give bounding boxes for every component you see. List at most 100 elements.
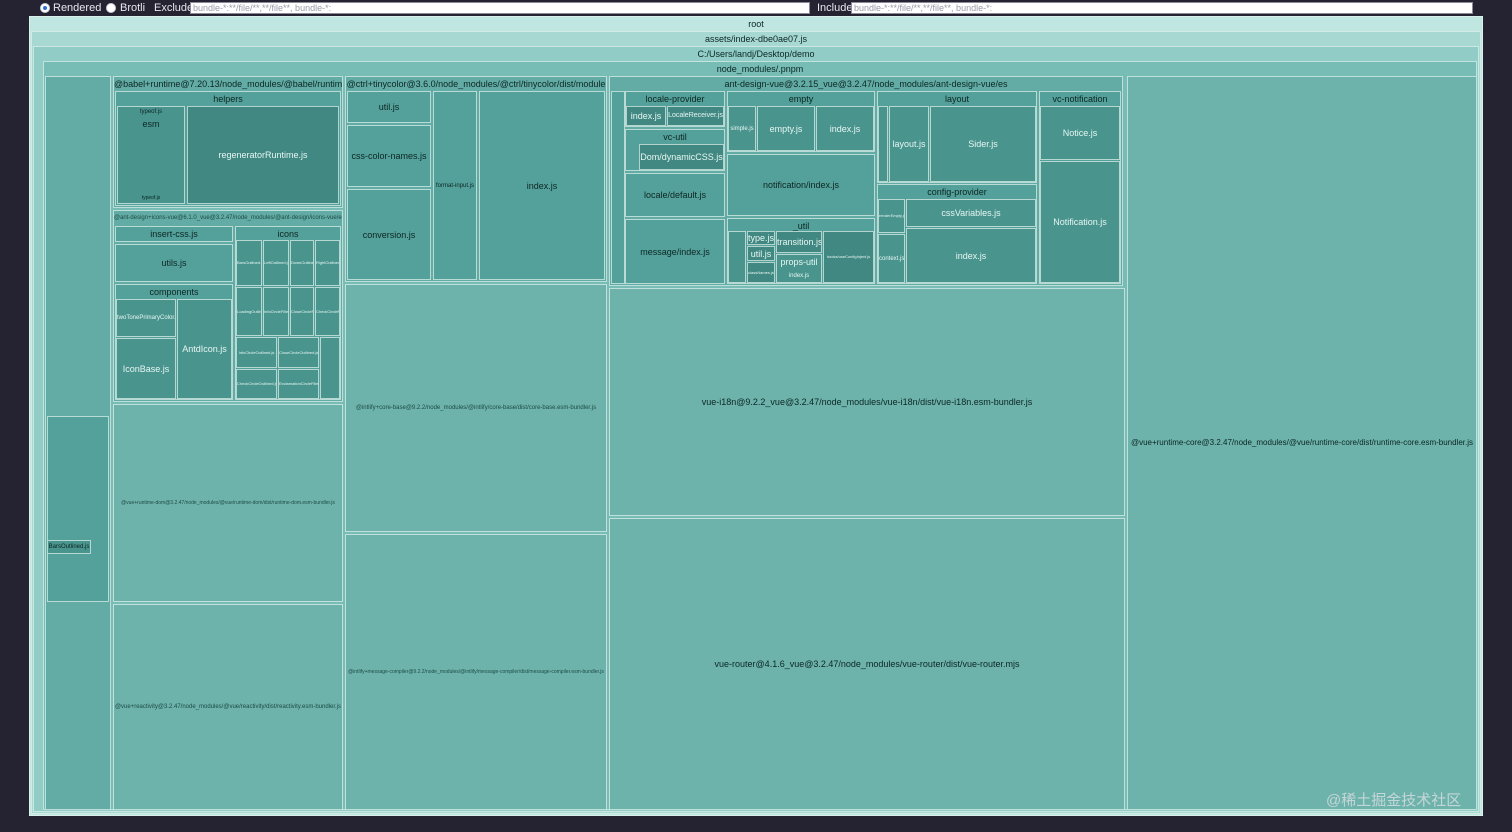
brotli-radio[interactable] [106,3,116,13]
node-modules-label: node_modules/.pnpm [716,64,804,74]
use-config-inject-node[interactable]: hooks/useConfigInject.js [823,231,874,283]
props-util-node[interactable]: props-util index.js [776,254,822,283]
vc-util-label: vc-util [663,132,687,142]
layout-misc-node[interactable] [878,106,888,182]
simple-label: simple.js [730,125,754,132]
conversion-label: conversion.js [362,229,416,240]
helpers-label: helpers [213,94,243,104]
icon-file-node[interactable]: CloseCircleOutlined.js [278,337,319,368]
icon-file-node[interactable]: BarsOutlined.js [236,240,262,286]
icon-file-node[interactable]: CloseCircleFilled.js [290,287,314,336]
two-tone-node[interactable]: twoTonePrimaryColor.js [116,299,176,337]
css-variables-node[interactable]: cssVariables.js [906,199,1036,227]
util-misc-node[interactable] [728,231,746,283]
include-input[interactable]: bundle-*:**/file/**,**/file**, bundle-*: [851,2,1473,14]
empty-label: empty [788,94,814,104]
notice-node[interactable]: Notice.js [1040,106,1120,160]
config-provider-label: config-provider [927,187,987,197]
locale-receiver-node[interactable]: LocaleReceiver.js [667,106,724,126]
message-index-node[interactable]: message/index.js [625,219,725,284]
exclude-input[interactable]: bundle-*:**/file/**,**/file**, bundle-*: [190,2,810,14]
icon-file-node[interactable]: CheckCircleFilled.js [315,287,340,336]
empty-js-node[interactable]: empty.js [757,106,815,151]
util-js-node[interactable]: util.js [747,246,775,261]
icon-base-node[interactable]: IconBase.js [116,338,176,399]
antd-icon-label: AntdIcon.js [182,344,227,354]
icon-file-node[interactable]: CheckCircleOutlined.js [236,369,277,399]
icon-file-node[interactable]: InfoCircleFilled.js [263,287,289,336]
icon-file-label: DownOutlined.js [291,260,313,265]
babel-runtime-label: @babel+runtime@7.20.13/node_modules/@bab… [114,79,342,89]
tinycolor-index-node[interactable]: index.js [479,91,605,280]
icon-file-label: CloseCircleOutlined.js [279,349,318,355]
intlify-core-node[interactable]: @intlify+core-base@9.2.2/node_modules/@i… [345,284,607,532]
layout-js-node[interactable]: layout.js [889,106,929,182]
sider-node[interactable]: Sider.js [930,106,1036,182]
locale-default-node[interactable]: locale/default.js [625,173,725,217]
include-label: Include [817,2,853,14]
icon-file-node[interactable]: ExclamationCircleFilled.js [278,369,319,399]
icon-file-label: ExclamationCircleFilled.js [279,381,318,386]
locale-default-label: locale/default.js [643,190,707,200]
rendered-label[interactable]: Rendered [53,2,101,14]
vue-i18n-node[interactable]: vue-i18n@9.2.2_vue@3.2.47/node_modules/v… [609,288,1125,516]
css-color-names-label: css-color-names.js [351,151,427,161]
watermark: @稀土掘金技术社区 [1326,792,1462,809]
tinycolor-util-label: util.js [378,102,400,112]
empty-index-node[interactable]: index.js [816,106,874,151]
render-empty-node[interactable]: renderEmpty.js [878,199,905,233]
antd-icon-node[interactable]: AntdIcon.js [177,299,232,399]
type-node[interactable]: type.js [747,231,775,245]
locale-receiver-label: LocaleReceiver.js [668,112,723,119]
icon-file-node[interactable]: InfoCircleOutlined.js [236,337,277,368]
message-index-label: message/index.js [640,246,710,257]
insert-css-node[interactable]: insert-css.js [115,226,233,242]
runtime-dom-node[interactable]: @vue+runtime-dom@3.2.47/node_modules/@vu… [113,404,343,602]
regenerator-node[interactable]: regeneratorRuntime.js [187,106,339,204]
simple-node[interactable]: simple.js [728,106,756,151]
cp-index-node[interactable]: index.js [906,228,1036,283]
typeof2-label: typeof.js [141,195,161,201]
transition-node[interactable]: transition.js [776,231,822,253]
tinycolor-util-node[interactable]: util.js [347,91,431,123]
intlify-msg-node[interactable]: @intlify+message-compiler@9.2.2/node_mod… [345,534,607,810]
conversion-node[interactable]: conversion.js [347,189,431,280]
lp-index-node[interactable]: index.js [626,106,666,126]
icon-file-node[interactable]: LoadingOutlined.js [236,287,262,336]
notification-node[interactable]: Notification.js [1040,161,1120,283]
utils-label: utils.js [161,258,187,268]
lp-index-label: index.js [630,111,662,121]
root-label: root [748,19,764,29]
esm-node[interactable]: typeof.js esm typeof.js [117,106,185,204]
icon-file-node[interactable] [320,337,340,399]
runtime-core-node[interactable]: @vue+runtime-core@3.2.47/node_modules/@v… [1127,76,1477,810]
util-js-label: util.js [750,248,772,259]
path-label: C:/Users/landj/Desktop/demo [697,49,815,59]
icon-file-node[interactable]: RightOutlined.js [315,240,340,286]
icon-file-label: InfoCircleFilled.js [264,308,288,314]
reactivity-node[interactable]: @vue+reactivity@3.2.47/node_modules/@vue… [113,604,343,810]
icons-label: icons [277,229,299,239]
context-label: context.js [879,255,904,262]
treemap: root assets/index-dbe0ae07.js C:/Users/l… [29,16,1483,816]
css-color-names-node[interactable]: css-color-names.js [347,125,431,187]
class-names-node[interactable]: classNames.js [747,262,775,283]
brotli-label[interactable]: Brotli [120,2,145,14]
dynamic-css-node[interactable]: Dom/dynamicCSS.js [639,144,724,170]
intlify-msg-label: @intlify+message-compiler@9.2.2/node_mod… [348,669,604,675]
format-input-node[interactable]: format-input.js [433,91,477,280]
vue-router-node[interactable]: vue-router@4.1.6_vue@3.2.47/node_modules… [609,518,1125,810]
icon-file-label: InfoCircleOutlined.js [238,349,275,355]
exclude-label: Exclude [154,2,194,14]
rendered-radio[interactable] [40,3,50,13]
antd-misc-node[interactable] [611,91,625,284]
left-icons-group[interactable] [47,416,109,602]
notification-index-node[interactable]: notification/index.js [727,154,875,216]
bars-outlined-node[interactable]: BarsOutlined.js [47,540,91,554]
notification-label: Notification.js [1053,217,1107,227]
context-node[interactable]: context.js [878,234,905,283]
utils-node[interactable]: utils.js [115,244,233,282]
icon-file-label: LoadingOutlined.js [237,308,261,314]
icon-file-node[interactable]: DownOutlined.js [290,240,314,286]
icon-file-node[interactable]: LeftOutlined.js [263,240,289,286]
